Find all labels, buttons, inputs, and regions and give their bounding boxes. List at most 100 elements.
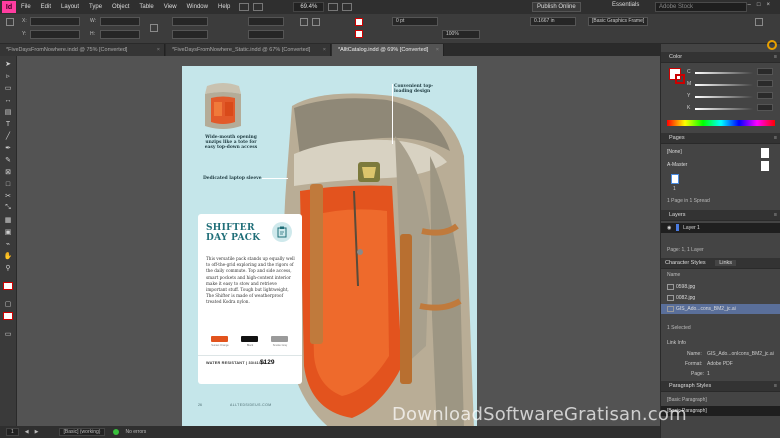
catalog-page[interactable]: Wide-mouth opening unzips like a tote fo… <box>182 66 477 426</box>
tab-close-button[interactable]: × <box>323 44 326 56</box>
tab-close-button[interactable]: × <box>436 44 439 56</box>
link-row[interactable]: 0598.jpg <box>661 282 780 292</box>
constrain-proportions-icon[interactable] <box>150 24 158 32</box>
color-panel-header[interactable]: Color ≡ <box>661 52 780 63</box>
screen-mode-icon[interactable] <box>328 3 339 11</box>
note-tool-icon[interactable]: ▣ <box>3 228 13 236</box>
paragraph-styles-panel-header[interactable]: Paragraph Styles ≡ <box>661 381 780 392</box>
layers-panel-header[interactable]: Layers ≡ <box>661 210 780 221</box>
links-name-header[interactable]: Name <box>661 270 780 280</box>
menu-view[interactable]: View <box>159 4 182 10</box>
selection-tool-icon[interactable]: ➤ <box>3 60 13 68</box>
yellow-input[interactable] <box>757 92 773 99</box>
creative-cloud-icon[interactable] <box>767 40 777 50</box>
fill-none-icon[interactable] <box>355 18 363 26</box>
link-row[interactable]: 0082.jpg <box>661 293 780 303</box>
panel-menu-icon[interactable]: ≡ <box>774 133 777 143</box>
shear-field[interactable] <box>248 30 284 39</box>
menu-object[interactable]: Object <box>107 4 134 10</box>
opacity-field[interactable]: 100% <box>442 30 480 39</box>
link-info-header[interactable]: Link Info <box>667 340 686 346</box>
preflight-status[interactable]: No errors <box>125 429 146 435</box>
scale-y-field[interactable] <box>172 30 208 39</box>
menu-help[interactable]: Help <box>213 4 235 10</box>
scissors-tool-icon[interactable]: ✂ <box>3 192 13 200</box>
workspace-switcher[interactable]: Essentials <box>612 2 639 8</box>
flip-icon[interactable] <box>312 18 320 26</box>
eye-icon[interactable]: ◉ <box>667 225 671 231</box>
grid-view-icon[interactable] <box>253 3 264 11</box>
menu-table[interactable]: Table <box>134 4 158 10</box>
yellow-slider[interactable] <box>695 96 753 98</box>
stroke-color-icon[interactable] <box>675 74 685 84</box>
tab-close-button[interactable]: × <box>157 44 160 56</box>
menu-file[interactable]: File <box>16 4 36 10</box>
eyedropper-tool-icon[interactable]: ⌁ <box>3 240 13 248</box>
frame-style-dropdown[interactable]: [Basic Graphics Frame] <box>588 17 648 26</box>
panel-menu-icon[interactable]: ≡ <box>774 210 777 220</box>
fill-swatch-icon[interactable] <box>3 282 13 290</box>
height-field[interactable] <box>100 30 140 39</box>
panel-menu-icon[interactable]: ≡ <box>774 52 777 62</box>
rotate-icon[interactable] <box>300 18 308 26</box>
tab-fivedays[interactable]: *FiveDaysFromNowhere.indd @ 75% [Convert… <box>0 44 165 56</box>
tab-alltcatalog[interactable]: *AlltCatalog.indd @ 69% [Converted] × <box>332 44 444 56</box>
publish-online-button[interactable]: Publish Online <box>532 2 581 12</box>
zoom-tool-icon[interactable]: ⚲ <box>3 264 13 272</box>
lightning-icon[interactable] <box>755 18 763 26</box>
hand-tool-icon[interactable]: ✋ <box>3 252 13 260</box>
zoom-level-field[interactable]: 69.4% <box>293 2 325 12</box>
open-backpack-thumbnail[interactable] <box>201 80 245 132</box>
y-position-field[interactable] <box>30 30 80 39</box>
product-card[interactable]: SHIFTER DAY PACK This versatile pack sta… <box>198 214 302 384</box>
page-thumbnail[interactable] <box>671 174 679 184</box>
next-page-icon[interactable]: ▶ <box>35 429 39 435</box>
menu-edit[interactable]: Edit <box>36 4 56 10</box>
tab-fivedays-static[interactable]: *FiveDaysFromNowhere_Static.indd @ 67% [… <box>166 44 331 56</box>
menu-window[interactable]: Window <box>182 4 213 10</box>
callout-wide-mouth[interactable]: Wide-mouth opening unzips like a tote fo… <box>203 135 259 151</box>
tab-links[interactable]: Links <box>715 260 737 266</box>
gradient-tool-icon[interactable]: ▦ <box>3 216 13 224</box>
layer-name[interactable]: Layer 1 <box>683 225 700 231</box>
magenta-input[interactable] <box>757 80 773 87</box>
scale-x-field[interactable] <box>172 17 208 26</box>
pages-panel-header[interactable]: Pages ≡ <box>661 133 780 144</box>
reference-point-icon[interactable] <box>6 18 14 26</box>
document-canvas[interactable]: Wide-mouth opening unzips like a tote fo… <box>17 56 660 426</box>
magenta-slider[interactable] <box>695 84 753 86</box>
stroke-weight-field[interactable]: 0 pt <box>392 17 438 26</box>
direct-selection-tool-icon[interactable]: ▹ <box>3 72 13 80</box>
master-thumbnail[interactable] <box>761 148 769 158</box>
rectangle-frame-tool-icon[interactable]: ⊠ <box>3 168 13 176</box>
type-tool-icon[interactable]: T <box>3 120 13 128</box>
width-field[interactable] <box>100 17 140 26</box>
bridge-icon[interactable] <box>239 3 250 11</box>
formatting-affects-container-icon[interactable]: ▢ <box>3 300 13 308</box>
dimension-field[interactable]: 0.1667 in <box>530 17 576 26</box>
gap-tool-icon[interactable]: ↔ <box>3 96 13 104</box>
layer-row[interactable]: ◉ Layer 1 <box>661 223 780 233</box>
free-transform-tool-icon[interactable]: ⤡ <box>3 204 13 212</box>
tab-character-styles[interactable]: Character Styles <box>665 260 706 266</box>
line-tool-icon[interactable]: ╱ <box>3 132 13 140</box>
black-slider[interactable] <box>695 108 753 110</box>
apply-none-icon[interactable] <box>3 312 13 320</box>
arrange-documents-icon[interactable] <box>342 3 353 11</box>
style-dropdown[interactable]: [Basic] (working) <box>58 428 106 436</box>
cyan-slider[interactable] <box>695 72 753 74</box>
content-collector-icon[interactable]: ▤ <box>3 108 13 116</box>
screen-mode-icon[interactable]: ▭ <box>3 330 13 338</box>
pen-tool-icon[interactable]: ✒ <box>3 144 13 152</box>
window-controls[interactable]: –□× <box>748 2 776 8</box>
callout-laptop-sleeve[interactable]: Dedicated laptop sleeve <box>203 176 265 181</box>
callout-top-loading[interactable]: Convenient top-loading design <box>394 84 444 94</box>
black-input[interactable] <box>757 104 773 111</box>
pencil-tool-icon[interactable]: ✎ <box>3 156 13 164</box>
rotation-field[interactable] <box>248 17 284 26</box>
link-row[interactable]: GIS_Ado...cons_BM2_jc.ai <box>661 304 780 314</box>
master-thumbnail[interactable] <box>761 161 769 171</box>
stroke-none-icon[interactable] <box>355 30 363 38</box>
menu-layout[interactable]: Layout <box>56 4 84 10</box>
prev-page-icon[interactable]: ◀ <box>25 429 29 435</box>
